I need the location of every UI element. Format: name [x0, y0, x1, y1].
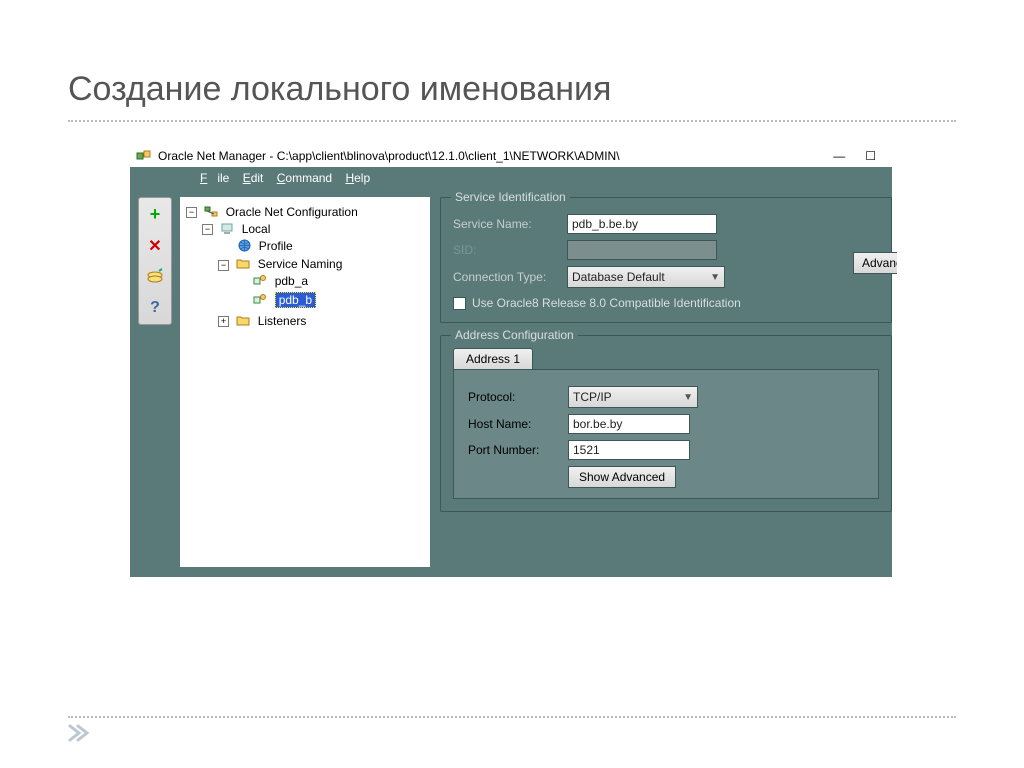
- chevron-down-icon: ▼: [710, 272, 720, 283]
- tree-listeners-label: Listeners: [258, 314, 307, 328]
- address-configuration-group: Address Configuration Address 1 Protocol…: [440, 335, 892, 512]
- divider-top: [68, 120, 956, 122]
- oracle8-label: Use Oracle8 Release 8.0 Compatible Ident…: [472, 296, 741, 310]
- protocol-value: TCP/IP: [573, 390, 612, 404]
- tree-listeners[interactable]: + Listeners: [218, 312, 426, 331]
- folder-icon: [235, 258, 251, 272]
- app-icon: [136, 148, 152, 164]
- tree-pdb-b[interactable]: pdb_b: [234, 291, 426, 310]
- chevron-down-icon: ▼: [683, 392, 693, 403]
- connection-type-value: Database Default: [572, 270, 665, 284]
- tree-service-naming-label: Service Naming: [258, 257, 343, 271]
- tree-root[interactable]: − Oracle Net Configuration − Local: [186, 203, 426, 335]
- expand-icon[interactable]: +: [218, 316, 229, 327]
- network-icon: [203, 206, 219, 220]
- tab-address-1[interactable]: Address 1: [453, 348, 533, 369]
- show-advanced-button[interactable]: Show Advanced: [568, 466, 676, 488]
- menu-help[interactable]: Help: [345, 171, 370, 185]
- tree-pdb-b-label: pdb_b: [275, 292, 316, 308]
- computer-icon: [219, 223, 235, 237]
- tree-pdb-a[interactable]: pdb_a: [234, 272, 426, 291]
- menu-edit[interactable]: Edit: [243, 171, 264, 185]
- help-button[interactable]: ?: [144, 297, 166, 318]
- minimize-button[interactable]: —: [833, 149, 845, 163]
- collapse-icon[interactable]: −: [202, 224, 213, 235]
- port-number-label: Port Number:: [468, 443, 558, 457]
- tree-local[interactable]: − Local Pro: [202, 220, 426, 333]
- sid-label: SID:: [453, 243, 557, 257]
- sid-input: [567, 240, 717, 260]
- menubar: File Edit Command Help: [130, 167, 892, 191]
- tree-root-label: Oracle Net Configuration: [226, 205, 358, 219]
- window-controls: — ☐: [833, 149, 886, 163]
- service-icon: [252, 294, 268, 308]
- folder-icon: [235, 315, 251, 329]
- save-button[interactable]: [144, 266, 166, 287]
- service-identification-group: Service Identification Service Name: SID…: [440, 197, 892, 323]
- menu-file[interactable]: File: [200, 171, 229, 185]
- menu-command[interactable]: Command: [277, 171, 332, 185]
- collapse-icon[interactable]: −: [186, 207, 197, 218]
- port-number-input[interactable]: [568, 440, 690, 460]
- slide-title: Создание локального именования: [68, 70, 611, 109]
- tree-profile-label: Profile: [259, 239, 293, 253]
- toolbar: + ✕ ?: [138, 197, 172, 325]
- host-name-label: Host Name:: [468, 417, 558, 431]
- connection-type-label: Connection Type:: [453, 270, 557, 284]
- divider-bottom: [68, 716, 956, 718]
- add-button[interactable]: +: [144, 204, 166, 225]
- service-icon: [252, 275, 268, 289]
- tree-pdb-a-label: pdb_a: [275, 274, 308, 288]
- tree-profile[interactable]: Profile: [218, 237, 426, 256]
- service-name-label: Service Name:: [453, 217, 557, 231]
- host-name-input[interactable]: [568, 414, 690, 434]
- service-name-input[interactable]: [567, 214, 717, 234]
- advanced-button[interactable]: Advanced: [853, 252, 897, 274]
- service-id-legend: Service Identification: [451, 190, 570, 204]
- address-legend: Address Configuration: [451, 328, 578, 342]
- right-panel: Service Identification Service Name: SID…: [430, 191, 892, 567]
- tree-service-naming[interactable]: − Service Naming: [218, 255, 426, 311]
- titlebar: Oracle Net Manager - C:\app\client\blino…: [130, 145, 892, 167]
- address-tab-content: Protocol: TCP/IP ▼ Host Name: Port Numbe…: [453, 369, 879, 499]
- collapse-icon[interactable]: −: [218, 260, 229, 271]
- maximize-button[interactable]: ☐: [865, 149, 876, 163]
- protocol-select[interactable]: TCP/IP ▼: [568, 386, 698, 408]
- app-window: Oracle Net Manager - C:\app\client\blino…: [130, 145, 892, 577]
- globe-icon: [236, 239, 252, 253]
- tree-local-label: Local: [242, 222, 271, 236]
- oracle8-checkbox[interactable]: [453, 297, 466, 310]
- delete-button[interactable]: ✕: [144, 235, 166, 256]
- connection-type-select[interactable]: Database Default ▼: [567, 266, 725, 288]
- slide-chevron-icon: [68, 724, 90, 748]
- window-title: Oracle Net Manager - C:\app\client\blino…: [158, 149, 827, 163]
- tree-panel: − Oracle Net Configuration − Local: [180, 197, 430, 567]
- protocol-label: Protocol:: [468, 390, 558, 404]
